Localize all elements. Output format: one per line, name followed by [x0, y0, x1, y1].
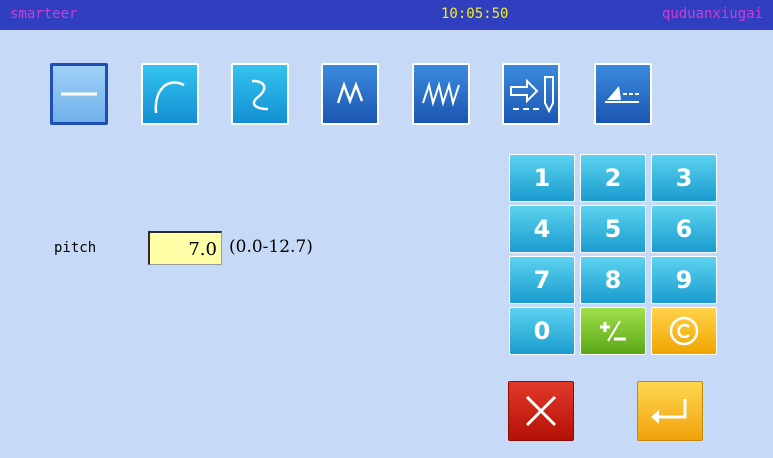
copyright-clear-icon: [669, 316, 699, 346]
tool-curve-button[interactable]: [231, 63, 289, 125]
key-9[interactable]: 9: [651, 256, 717, 304]
straight-line-icon: [61, 92, 97, 96]
mode-label: quduanxiugai: [661, 6, 763, 22]
pitch-label: pitch: [54, 240, 97, 256]
tool-foot-button[interactable]: [594, 63, 652, 125]
tool-feed-button[interactable]: [502, 63, 560, 125]
pitch-input[interactable]: 7.0: [148, 231, 222, 265]
multi-zigzag-icon: [422, 81, 460, 107]
key-2[interactable]: 2: [580, 154, 646, 202]
key-8[interactable]: 8: [580, 256, 646, 304]
title-bar: smarteer 10:05:50 quduanxiugai: [0, 0, 773, 30]
arc-icon: [154, 81, 185, 114]
key-5[interactable]: 5: [580, 205, 646, 253]
feed-arrow-needle-icon: [510, 76, 554, 114]
tool-arc-button[interactable]: [141, 63, 199, 125]
key-4[interactable]: 4: [509, 205, 575, 253]
key-6[interactable]: 6: [651, 205, 717, 253]
brand-label: smarteer: [10, 6, 78, 22]
key-7[interactable]: 7: [509, 256, 575, 304]
presser-foot-icon: [605, 86, 639, 103]
key-3[interactable]: 3: [651, 154, 717, 202]
zigzag-icon: [336, 81, 364, 105]
clock: 10:05:50: [441, 6, 509, 22]
key-0[interactable]: 0: [509, 307, 575, 355]
close-icon: [525, 395, 557, 427]
plus-minus-icon: [600, 320, 626, 342]
tool-straight-button[interactable]: [50, 63, 108, 125]
curve-icon: [251, 79, 269, 111]
clear-button[interactable]: [651, 307, 717, 355]
enter-button[interactable]: [637, 381, 703, 441]
pitch-range: (0.0-12.7): [229, 237, 313, 257]
cancel-button[interactable]: [508, 381, 574, 441]
enter-icon: [651, 399, 687, 424]
sign-toggle-button[interactable]: [580, 307, 646, 355]
tool-multi-zigzag-button[interactable]: [412, 63, 470, 125]
key-1[interactable]: 1: [509, 154, 575, 202]
tool-zigzag-button[interactable]: [321, 63, 379, 125]
